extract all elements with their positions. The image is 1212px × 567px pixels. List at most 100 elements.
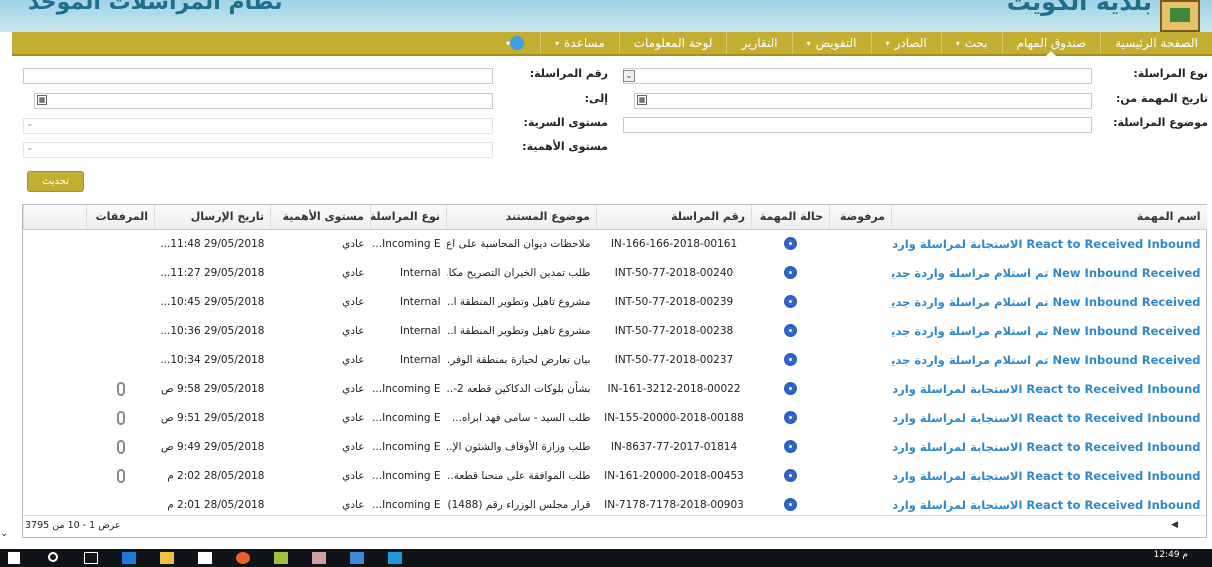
task-table: اسم المهمة مرفوضة حالة المهمة رقم المراس… [23,205,1207,519]
nav-home[interactable]: الصفحة الرئيسية [1100,32,1212,54]
col-subject[interactable]: موضوع المستند [446,205,597,230]
paint-icon[interactable] [274,552,288,564]
attachments-cell [87,403,155,432]
col-sent-date[interactable]: تاريخ الإرسال [154,205,271,230]
empty-cell [24,461,87,490]
calendar-icon[interactable]: ▦ [637,95,647,105]
chevron-down-icon[interactable]: ⌄ [0,528,8,539]
paperclip-icon[interactable] [116,381,125,396]
refresh-button[interactable]: تحديث [27,171,84,192]
status-cell [752,287,830,316]
edge-icon[interactable] [122,552,136,564]
user-menu[interactable]: ▾ [494,32,540,54]
task-name-link[interactable]: New Inbound Received تم استلام مراسلة وا… [892,258,1207,287]
task-name-link[interactable]: New Inbound Received تم استلام مراسلة وا… [892,287,1207,316]
table-row[interactable]: React to Received Inbound الاستجابة لمرا… [24,432,1207,461]
type-select[interactable] [623,68,1092,84]
paperclip-icon[interactable] [116,410,125,425]
teamviewer-icon[interactable] [388,552,402,564]
col-type[interactable]: نوع المراسلة [370,205,447,230]
task-name-link[interactable]: React to Received Inbound الاستجابة لمرا… [892,229,1207,258]
status-circle-icon [784,411,797,424]
number-cell: INT-50-77-2018-00238 [614,324,734,337]
importance-cell: عادي [342,353,365,366]
number-cell: IN-161-20000-2018-00453 [604,469,744,482]
table-row[interactable]: React to Received Inbound الاستجابة لمرا… [24,229,1207,258]
nav-reports[interactable]: التقارير [726,32,791,54]
task-name-link[interactable]: React to Received Inbound الاستجابة لمرا… [892,374,1207,403]
task-view-icon[interactable] [84,552,98,564]
folder-icon[interactable] [160,552,174,564]
importance-cell: عادي [342,469,365,482]
paperclip-icon[interactable] [116,468,125,483]
task-name-link[interactable]: New Inbound Received تم استلام مراسلة وا… [892,316,1207,345]
sent-date-cell: 29/05/2018 10:36... [160,324,265,337]
task-name-link[interactable]: React to Received Inbound الاستجابة لمرا… [892,403,1207,432]
table-row[interactable]: React to Received Inbound الاستجابة لمرا… [24,374,1207,403]
subject-cell: طلب وزارة الأوقاف والشئون الإ... [446,440,591,453]
type-cell: Internal [400,324,441,337]
search-icon[interactable] [48,552,58,562]
table-row[interactable]: New Inbound Received تم استلام مراسلة وا… [24,345,1207,374]
chevron-down-icon[interactable]: ⌄ [26,119,34,129]
rejected-cell [830,345,892,374]
number-input[interactable] [23,68,493,84]
task-name-link[interactable]: New Inbound Received تم استلام مراسلة وا… [892,345,1207,374]
number-cell: IN-161-3212-2018-00022 [607,382,741,395]
status-cell [752,345,830,374]
table-row[interactable]: New Inbound Received تم استلام مراسلة وا… [24,258,1207,287]
page-info: عرض 1 - 10 من 3795 [25,520,121,531]
firefox-icon[interactable] [236,552,250,564]
col-task-status[interactable]: حالة المهمة [751,205,830,230]
status-cell [752,229,830,258]
nav-dashboard[interactable]: لوحة المعلومات [618,32,727,54]
subject-input[interactable] [623,117,1092,133]
paperclip-icon[interactable] [116,439,125,454]
type-cell: Internal [400,353,441,366]
windows-start-icon[interactable] [8,552,20,564]
secrecy-label: مستوى السرية: [523,116,608,129]
attachments-cell [87,345,155,374]
table-row[interactable]: New Inbound Received تم استلام مراسلة وا… [24,316,1207,345]
app-icon[interactable] [312,552,326,564]
nav-help[interactable]: مساعدة ▾ [540,32,619,54]
date-from-input[interactable] [634,93,1092,109]
task-name-link[interactable]: React to Received Inbound الاستجابة لمرا… [892,432,1207,461]
nav-task-inbox[interactable]: صندوق المهام [1001,32,1101,56]
type-label: نوع المراسلة: [1133,67,1208,80]
task-name-link[interactable]: React to Received Inbound الاستجابة لمرا… [892,461,1207,490]
empty-cell [24,258,87,287]
table-row[interactable]: New Inbound Received تم استلام مراسلة وا… [24,287,1207,316]
taskbar-clock: 12:49 م [1153,550,1188,560]
store-icon[interactable] [198,552,212,564]
nav-task-inbox-label: صندوق المهام [1016,36,1087,50]
chevron-down-icon[interactable]: ⌄ [26,143,34,153]
prev-page-icon[interactable]: ◀ [1171,520,1178,530]
attachments-cell [87,432,155,461]
table-row[interactable]: React to Received Inbound الاستجابة لمرا… [24,461,1207,490]
secrecy-select[interactable] [23,118,493,134]
ie-icon[interactable] [350,552,364,564]
number-cell: INT-50-77-2018-00239 [614,295,734,308]
importance-cell: عادي [342,295,365,308]
col-importance[interactable]: مستوى الأهمية [270,205,371,230]
calendar-icon[interactable]: ▦ [37,95,47,105]
main-nav: الصفحة الرئيسية صندوق المهام بحث ▾ الصادر… [12,32,1212,56]
subject-cell: طلب تمدين الخيران التصريح مكا... [446,266,591,279]
importance-select[interactable] [23,142,493,158]
date-to-input[interactable] [34,93,493,109]
table-row[interactable]: React to Received Inbound الاستجابة لمرا… [24,403,1207,432]
app-title: نظام المراسلات الموحد [28,0,283,15]
empty-cell [24,374,87,403]
status-circle-icon [784,295,797,308]
attachments-cell [87,287,155,316]
col-attachments[interactable]: المرفقات [86,205,155,230]
col-rejected[interactable]: مرفوضة [829,205,892,230]
col-number[interactable]: رقم المراسلة [596,205,752,230]
chevron-down-icon: ▾ [555,38,560,48]
col-task-name[interactable]: اسم المهمة [891,205,1207,230]
nav-outgoing[interactable]: الصادر ▾ [870,32,941,54]
chevron-down-icon[interactable]: ⌄ [623,70,635,82]
nav-search[interactable]: بحث ▾ [940,32,1002,54]
nav-delegation[interactable]: التفويض ▾ [791,32,871,54]
